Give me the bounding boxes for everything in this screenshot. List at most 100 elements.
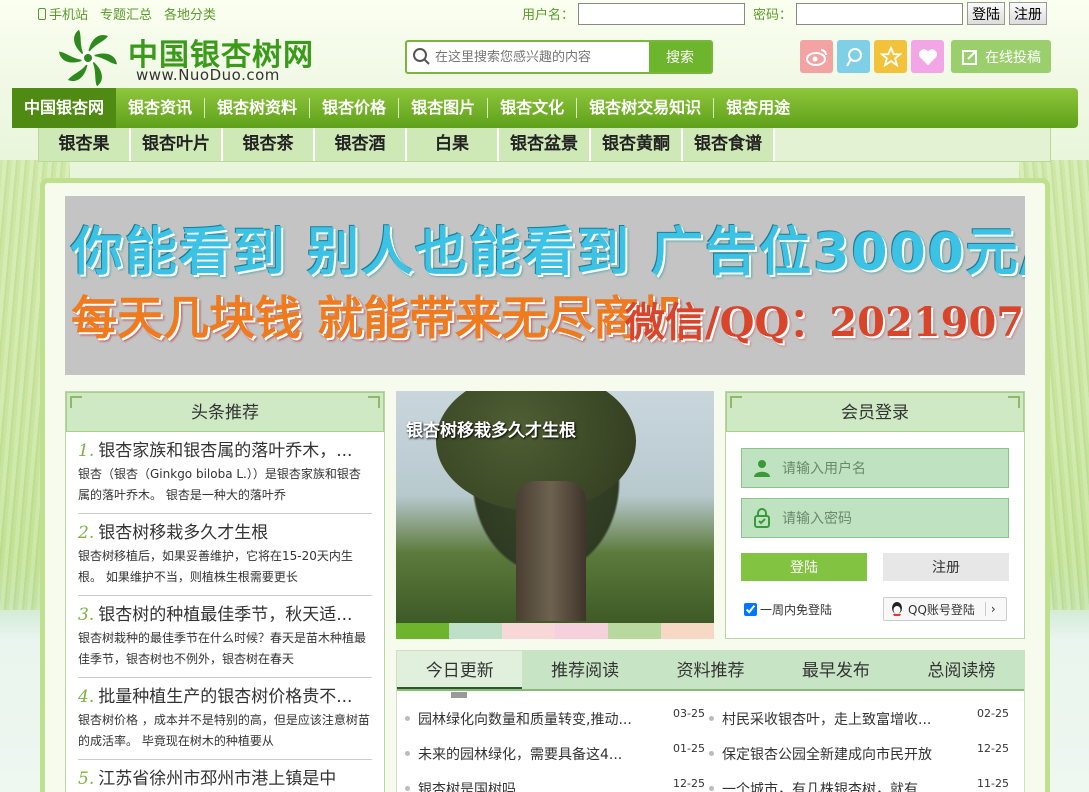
top-register-button[interactable]: 注册	[1009, 2, 1048, 25]
headline-title[interactable]: 批量种植生产的银杏树价格贵不...	[98, 687, 352, 707]
tab-today-updates[interactable]: 今日更新	[397, 651, 523, 698]
slide-tab[interactable]	[502, 623, 555, 639]
quick-login: 用户名： 密码： 登陆 注册	[522, 2, 1048, 25]
update-item[interactable]: 未来的园林绿化，需要具备这4... 01-25	[405, 736, 705, 771]
nav-item-price[interactable]: 银杏价格	[310, 88, 398, 128]
headline-title[interactable]: 银杏树的种植最佳季节，秋天适...	[98, 605, 352, 625]
update-item[interactable]: 银杏树是国树吗 12-25	[405, 771, 705, 792]
member-username-field[interactable]: 请输入用户名	[741, 448, 1009, 488]
subnav-item-recipe[interactable]: 银杏食谱	[683, 128, 775, 161]
mobile-site-link[interactable]: 手机站	[38, 4, 88, 23]
headline-title[interactable]: 江苏省徐州市邳州市港上镇是中	[98, 769, 336, 789]
tencent-weibo-icon[interactable]	[837, 40, 870, 73]
corner-ornament	[730, 396, 742, 408]
ginkgo-logo-icon	[58, 30, 118, 86]
subnav-item-fruit[interactable]: 银杏果	[39, 128, 131, 161]
subnav-item-tea[interactable]: 银杏茶	[223, 128, 315, 161]
headline-number: 1.	[78, 441, 95, 461]
headline-title[interactable]: 银杏家族和银杏属的落叶乔木，...	[98, 441, 352, 461]
username-field[interactable]	[578, 2, 746, 25]
member-password-field[interactable]: 请输入密码	[741, 498, 1009, 538]
update-date: 12-25	[673, 777, 705, 790]
slide-thumbnails	[396, 623, 714, 639]
banner-line-2: 每天几块钱 就能带来无尽商机	[71, 291, 686, 345]
subnav-item-flavone[interactable]: 银杏黄酮	[591, 128, 683, 161]
slide-caption[interactable]: 银杏树移栽多久才生根	[406, 416, 576, 441]
subnav-item-wine[interactable]: 银杏酒	[315, 128, 407, 161]
update-title[interactable]: 未来的园林绿化，需要具备这4...	[418, 744, 663, 764]
password-field[interactable]	[796, 2, 964, 25]
headlines-box: 头条推荐 1. 银杏家族和银杏属的落叶乔木，... 银杏（银杏（Ginkgo bi…	[65, 391, 385, 792]
corner-ornament	[70, 396, 82, 408]
subnav-item-nut[interactable]: 白果	[407, 128, 499, 161]
slide-tab[interactable]	[661, 623, 714, 639]
update-title[interactable]: 一个城市，有几株银杏树，就有...	[722, 779, 967, 792]
headline-item[interactable]: 2. 银杏树移栽多久才生根 银杏树移植后，如果妥善维护，它将在15-20天内生根。…	[78, 514, 372, 596]
headline-summary: 银杏树移植后，如果妥善维护，它将在15-20天内生根。 如果维护不当，则植株生根…	[78, 549, 353, 584]
tab-most-read[interactable]: 总阅读榜	[899, 651, 1024, 689]
tab-earliest[interactable]: 最早发布	[773, 651, 898, 689]
slide-tab[interactable]	[449, 623, 502, 639]
update-title[interactable]: 银杏树是国树吗	[418, 779, 663, 792]
update-date: 01-25	[673, 742, 705, 755]
member-login-button[interactable]: 登陆	[741, 553, 867, 581]
ad-banner[interactable]: 你能看到 别人也能看到 广告位3000元/年 每天几块钱 就能带来无尽商机 微信…	[65, 196, 1025, 375]
headline-item[interactable]: 1. 银杏家族和银杏属的落叶乔木，... 银杏（银杏（Ginkgo biloba …	[78, 432, 372, 514]
nav-item-home[interactable]: 中国银杏网	[12, 88, 117, 128]
password-label: 密码：	[753, 8, 793, 23]
headline-summary: 银杏树价格 ，成本并不是特别的高，但是应该注意树苗的成活率。 毕竟现在树木的种植…	[78, 713, 370, 748]
update-item[interactable]: 村民采收银杏叶，走上致富增收... 02-25	[709, 701, 1009, 736]
update-date: 02-25	[977, 707, 1009, 720]
search-button[interactable]: 搜索	[649, 42, 711, 72]
updates-list-right: 村民采收银杏叶，走上致富增收... 02-25 保定银杏公园全新建成向市民开放 12…	[709, 701, 1009, 792]
nav-item-news[interactable]: 银杏资讯	[116, 88, 204, 128]
nav-item-info[interactable]: 银杏树资料	[205, 88, 309, 128]
qq-login-button[interactable]: QQ账号登陆 ›	[883, 597, 1007, 621]
tab-materials[interactable]: 资料推荐	[648, 651, 773, 689]
headline-item[interactable]: 5. 江苏省徐州市邳州市港上镇是中	[78, 760, 372, 792]
subnav-item-leaf[interactable]: 银杏叶片	[131, 128, 223, 161]
headline-title[interactable]: 银杏树移栽多久才生根	[98, 523, 268, 543]
submit-article-button[interactable]: 在线投稿	[951, 40, 1051, 73]
update-date: 12-25	[977, 742, 1009, 755]
remember-me[interactable]: 一周内免登陆	[744, 601, 832, 618]
slide-tab[interactable]	[608, 623, 661, 639]
nav-item-uses[interactable]: 银杏用途	[714, 88, 802, 128]
tab-recommended[interactable]: 推荐阅读	[522, 651, 647, 689]
topics-link[interactable]: 专题汇总	[100, 4, 152, 23]
regions-link[interactable]: 各地分类	[164, 4, 216, 23]
update-item[interactable]: 一个城市，有几株银杏树，就有... 11-25	[709, 771, 1009, 792]
sub-nav: 银杏果 银杏叶片 银杏茶 银杏酒 白果 银杏盆景 银杏黄酮 银杏食谱	[38, 128, 1051, 162]
update-item[interactable]: 保定银杏公园全新建成向市民开放 12-25	[709, 736, 1009, 771]
remember-checkbox[interactable]	[744, 603, 757, 616]
nav-item-trade[interactable]: 银杏树交易知识	[577, 88, 713, 128]
updates-tabs: 今日更新 推荐阅读 资料推荐 最早发布 总阅读榜	[397, 651, 1024, 698]
subnav-item-bonsai[interactable]: 银杏盆景	[499, 128, 591, 161]
update-title[interactable]: 村民采收银杏叶，走上致富增收...	[722, 709, 967, 729]
update-item[interactable]: 园林绿化向数量和质量转变,推动... 03-25	[405, 701, 705, 736]
headlines-header: 头条推荐	[66, 392, 384, 432]
update-title[interactable]: 保定银杏公园全新建成向市民开放	[722, 744, 967, 764]
member-login-box: 会员登录 请输入用户名 请输入密码 登陆 注册 一周内免登陆 QQ账号登陆 ›	[725, 391, 1025, 639]
member-login-title: 会员登录	[841, 403, 909, 423]
site-logo[interactable]: 中国银杏树网 www.NuoDuo.com	[58, 30, 318, 86]
headline-number: 5.	[78, 769, 95, 789]
update-title[interactable]: 园林绿化向数量和质量转变,推动...	[418, 709, 663, 729]
search-input[interactable]	[435, 42, 649, 72]
heart-icon[interactable]	[911, 40, 944, 73]
member-login-header: 会员登录	[726, 392, 1024, 432]
feature-slideshow[interactable]: 银杏树移栽多久才生根	[396, 391, 714, 639]
weibo-icon[interactable]	[800, 40, 833, 73]
member-register-button[interactable]: 注册	[883, 553, 1009, 581]
headline-number: 3.	[78, 605, 95, 625]
slide-tab[interactable]	[555, 623, 608, 639]
nav-item-images[interactable]: 银杏图片	[399, 88, 487, 128]
qq-penguin-icon	[892, 602, 902, 616]
top-login-button[interactable]: 登陆	[967, 2, 1006, 25]
favorite-star-icon[interactable]	[874, 40, 907, 73]
headline-item[interactable]: 4. 批量种植生产的银杏树价格贵不... 银杏树价格 ，成本并不是特别的高，但是应…	[78, 678, 372, 760]
headline-item[interactable]: 3. 银杏树的种植最佳季节，秋天适... 银杏树栽种的最佳季节在什么时候？春天是苗…	[78, 596, 372, 678]
mobile-site-label: 手机站	[49, 8, 89, 23]
slide-tab[interactable]	[396, 623, 449, 639]
nav-item-culture[interactable]: 银杏文化	[488, 88, 576, 128]
